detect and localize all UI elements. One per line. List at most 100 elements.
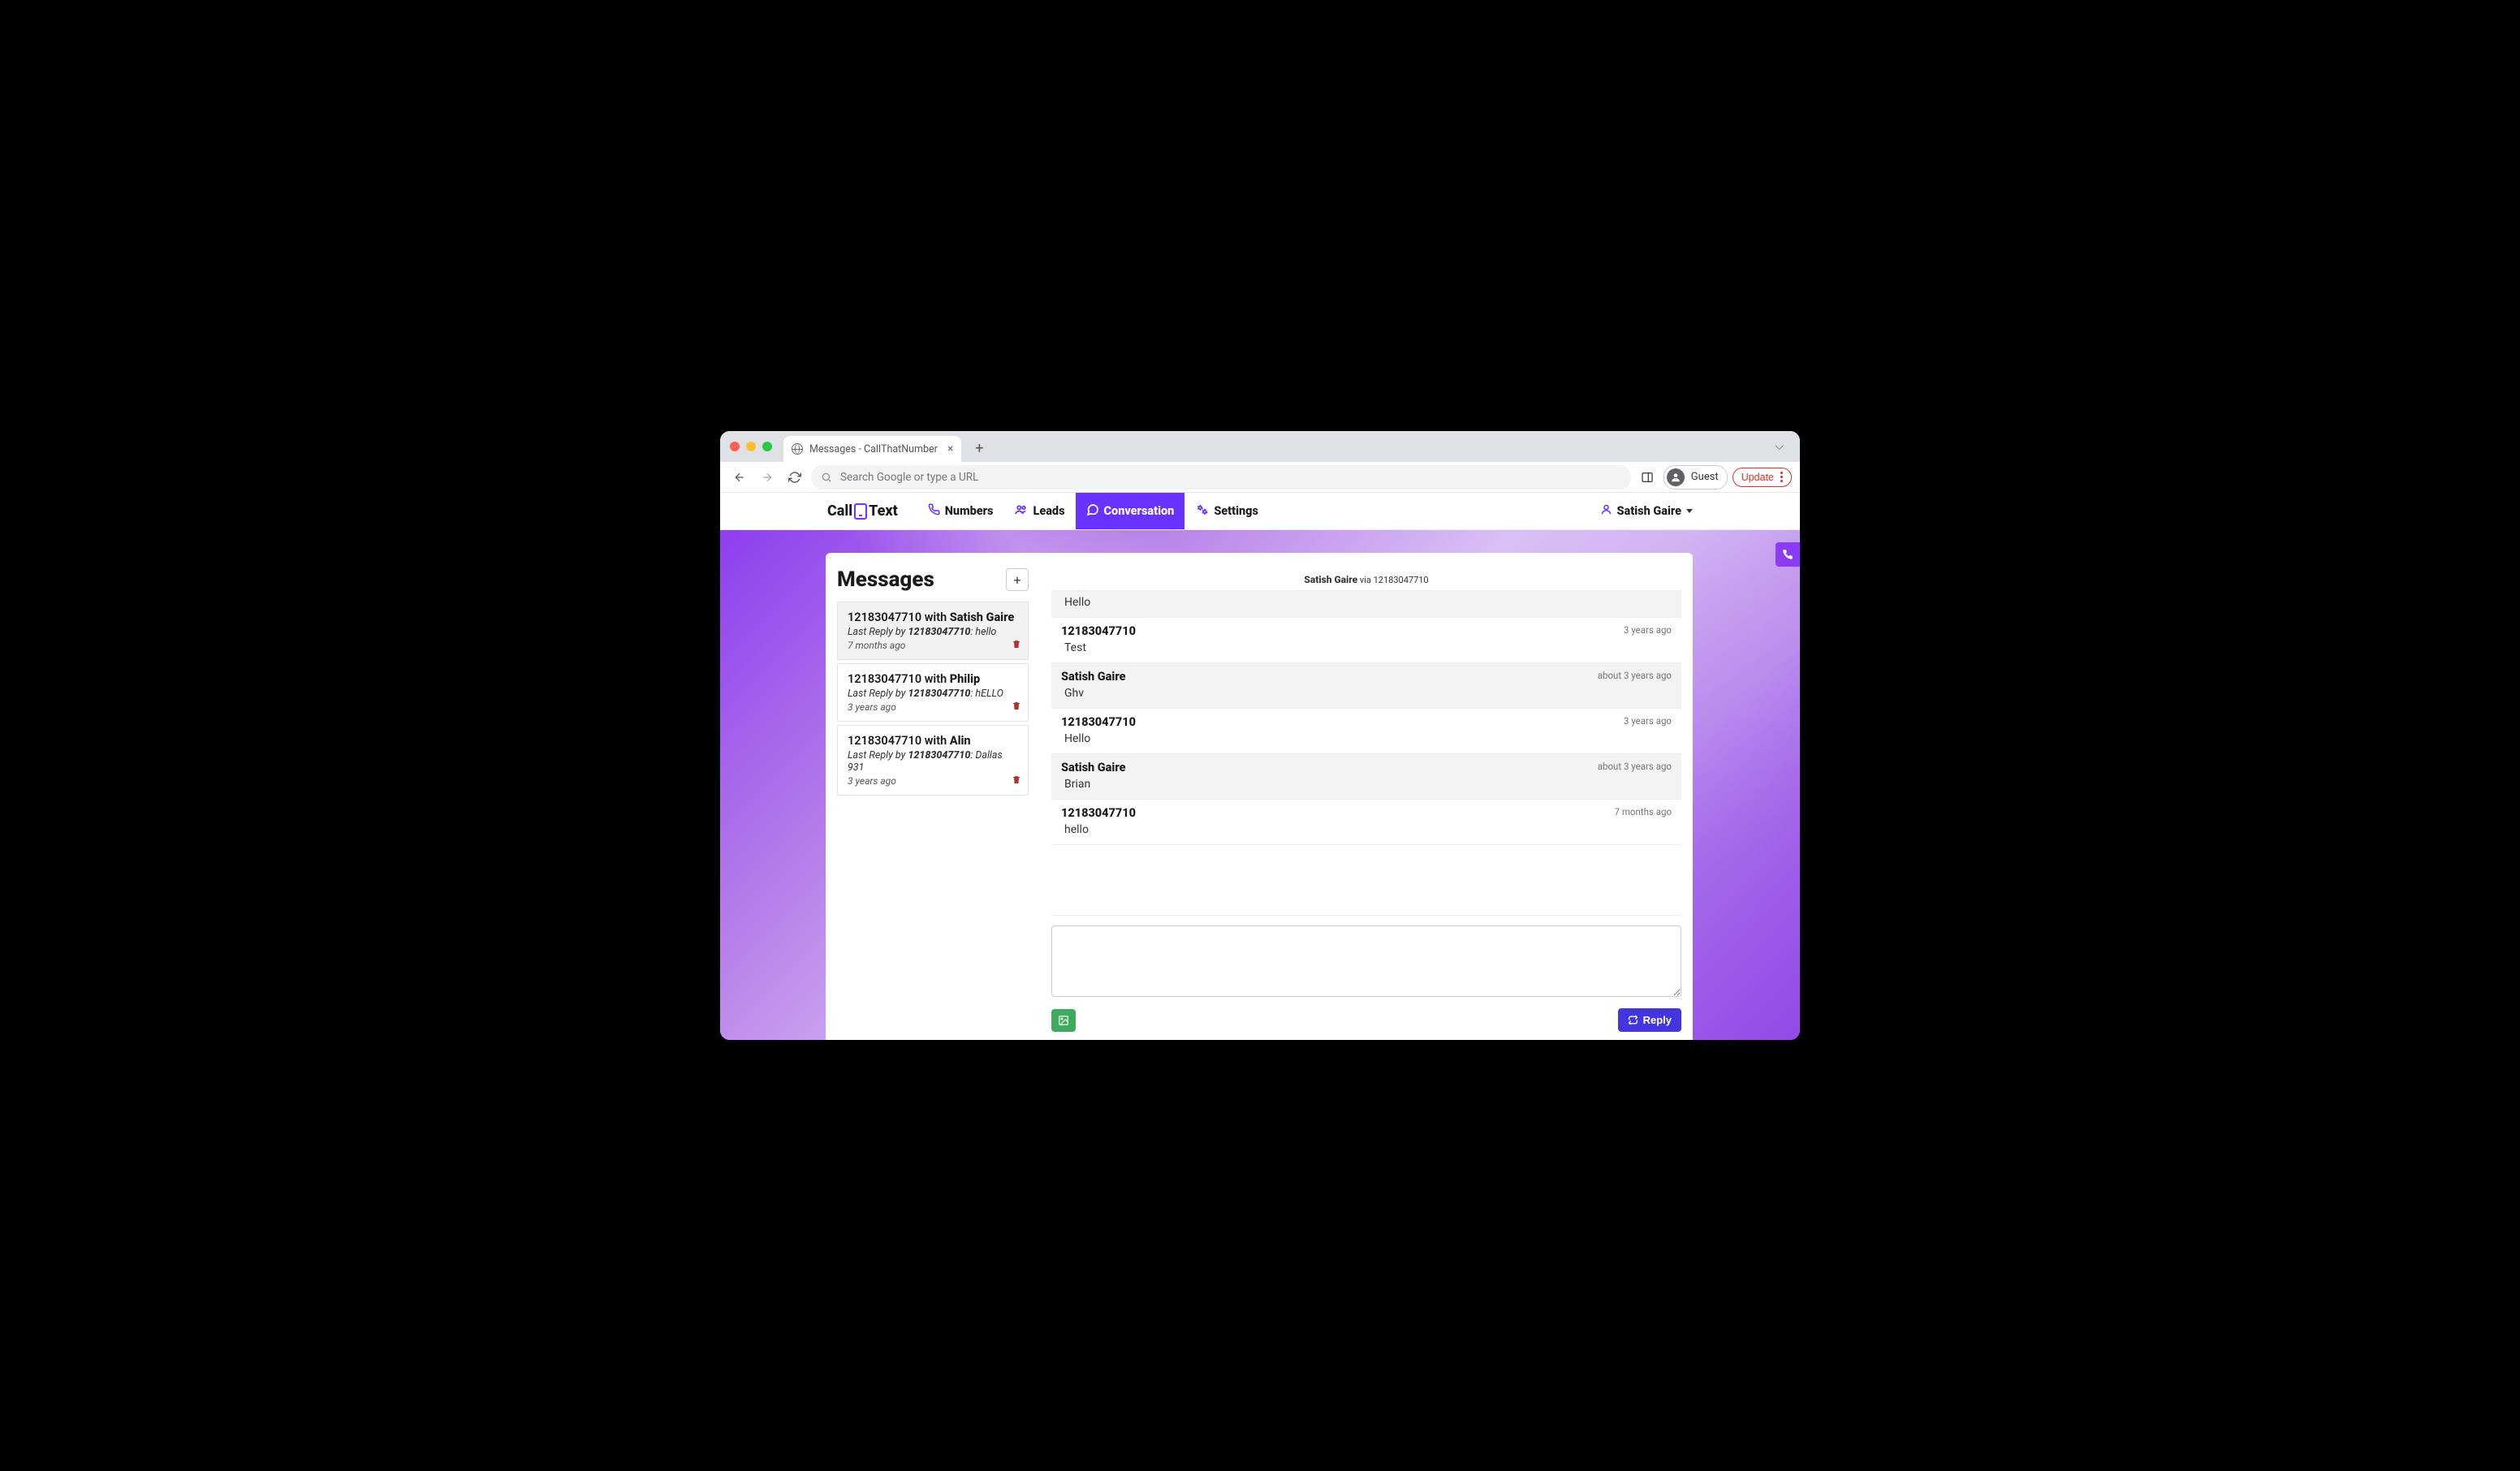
profile-button[interactable]: Guest	[1663, 465, 1728, 490]
back-button[interactable]	[728, 466, 751, 489]
reply-input[interactable]	[1051, 925, 1681, 997]
message-body: Ghv	[1064, 687, 1672, 700]
page: Call Text Numbers Leads	[720, 493, 1800, 1040]
message-sender: 12183047710	[1061, 806, 1136, 820]
message-body: Hello	[1064, 596, 1672, 609]
gear-icon	[1195, 503, 1209, 520]
nav-tabs: Numbers Leads Conversation	[917, 493, 1269, 529]
message-sender: Satish Gaire	[1061, 761, 1125, 774]
profile-label: Guest	[1691, 471, 1719, 483]
message-row: 12183047710 3 years ago Hello	[1051, 709, 1681, 754]
side-panel-button[interactable]	[1636, 466, 1659, 489]
chevron-down-icon	[1686, 509, 1693, 513]
close-tab-icon[interactable]: ×	[947, 442, 953, 455]
message-body: hello	[1064, 823, 1672, 836]
delete-conversation-button[interactable]	[1012, 774, 1021, 788]
tab-bar: Messages - CallThatNumber × + ⌵	[720, 431, 1800, 462]
messages-list[interactable]: Hello 12183047710 3 years ago Test Satis…	[1051, 590, 1681, 916]
nav-numbers[interactable]: Numbers	[917, 493, 1004, 529]
close-window-button[interactable]	[730, 442, 740, 451]
traffic-lights	[730, 442, 783, 451]
messages-sidebar: Messages + 12183047710 with Satish Gaire…	[837, 567, 1029, 1040]
new-message-button[interactable]: +	[1006, 568, 1029, 591]
logo[interactable]: Call Text	[827, 503, 898, 520]
retweet-icon	[1628, 1015, 1638, 1025]
nav-conversation[interactable]: Conversation	[1076, 493, 1185, 529]
phone-icon	[1782, 549, 1793, 560]
trash-icon	[1012, 774, 1021, 785]
dialer-fab[interactable]	[1776, 542, 1800, 567]
message-row: Satish Gaire about 3 years ago Ghv	[1051, 663, 1681, 709]
browser-window: Messages - CallThatNumber × + ⌵ Search G…	[720, 431, 1800, 1040]
message-row: Hello	[1051, 591, 1681, 618]
attach-image-button[interactable]	[1051, 1009, 1076, 1032]
message-time: 7 months ago	[1615, 806, 1672, 817]
message-body: Brian	[1064, 778, 1672, 791]
conversation-item[interactable]: 12183047710 with Philip Last Reply by 12…	[837, 663, 1029, 722]
compose-actions: Reply	[1051, 1008, 1681, 1032]
trash-icon	[1012, 701, 1021, 711]
compose-area: Reply	[1051, 916, 1681, 1040]
message-body: Hello	[1064, 732, 1672, 745]
forward-button[interactable]	[756, 466, 779, 489]
update-button[interactable]: Update	[1732, 468, 1792, 487]
conversation-item[interactable]: 12183047710 with Satish Gaire Last Reply…	[837, 602, 1029, 660]
reply-button[interactable]: Reply	[1618, 1008, 1681, 1032]
delete-conversation-button[interactable]	[1012, 639, 1021, 653]
conversation-pane: Satish Gaire via 12183047710 Hello 12183…	[1051, 567, 1681, 1040]
trash-icon	[1012, 639, 1021, 649]
main-panel: Messages + 12183047710 with Satish Gaire…	[826, 553, 1693, 1040]
message-sender: 12183047710	[1061, 715, 1136, 729]
user-name: Satish Gaire	[1617, 504, 1681, 518]
tabs-dropdown-button[interactable]: ⌵	[1768, 437, 1790, 456]
reload-button[interactable]	[783, 466, 806, 489]
browser-tab[interactable]: Messages - CallThatNumber ×	[783, 436, 961, 462]
browser-toolbar: Search Google or type a URL Guest Update	[720, 462, 1800, 493]
conversation-item-title: 12183047710 with Satish Gaire	[848, 610, 1018, 624]
message-body: Test	[1064, 641, 1672, 654]
maximize-window-button[interactable]	[762, 442, 772, 451]
user-icon	[1600, 503, 1612, 519]
logo-text-left: Call	[827, 503, 852, 520]
message-time: 3 years ago	[1624, 624, 1672, 636]
conversation-item-title: 12183047710 with Philip	[848, 672, 1018, 686]
nav-label: Settings	[1214, 504, 1258, 518]
new-tab-button[interactable]: +	[968, 437, 990, 459]
user-menu[interactable]: Satish Gaire	[1600, 503, 1693, 519]
message-header: 12183047710 3 years ago	[1061, 715, 1672, 729]
message-time: 3 years ago	[1624, 715, 1672, 727]
conversation-item-time: 7 months ago	[848, 640, 1018, 651]
message-row: Satish Gaire about 3 years ago Brian	[1051, 754, 1681, 800]
phone-icon	[928, 503, 940, 519]
message-sender: 12183047710	[1061, 624, 1136, 638]
reply-label: Reply	[1643, 1014, 1672, 1026]
avatar-icon	[1667, 468, 1685, 486]
nav-label: Numbers	[945, 504, 994, 518]
message-row: 12183047710 7 months ago hello	[1051, 800, 1681, 845]
minimize-window-button[interactable]	[746, 442, 756, 451]
message-time: about 3 years ago	[1598, 761, 1672, 772]
logo-text-right: Text	[869, 503, 898, 520]
search-icon	[821, 472, 832, 483]
message-header: 12183047710 7 months ago	[1061, 806, 1672, 820]
nav-label: Conversation	[1104, 504, 1175, 518]
image-icon	[1058, 1015, 1069, 1026]
messages-title: Messages	[837, 567, 934, 592]
conversation-item[interactable]: 12183047710 with Alin Last Reply by 1218…	[837, 725, 1029, 796]
message-header: Satish Gaire about 3 years ago	[1061, 670, 1672, 684]
address-bar[interactable]: Search Google or type a URL	[811, 465, 1631, 490]
conversation-item-subtitle: Last Reply by 12183047710: hELLO	[848, 688, 1018, 700]
messages-header: Messages +	[837, 567, 1029, 592]
conversation-item-time: 3 years ago	[848, 701, 1018, 713]
nav-leads[interactable]: Leads	[1003, 493, 1075, 529]
nav-settings[interactable]: Settings	[1184, 493, 1269, 529]
message-header: Satish Gaire about 3 years ago	[1061, 761, 1672, 774]
users-icon	[1014, 503, 1028, 520]
menu-dots-icon	[1780, 472, 1783, 482]
phone-icon	[854, 503, 867, 520]
delete-conversation-button[interactable]	[1012, 701, 1021, 714]
conversation-list: 12183047710 with Satish Gaire Last Reply…	[837, 602, 1029, 796]
conversation-item-title: 12183047710 with Alin	[848, 734, 1018, 748]
omnibox-placeholder: Search Google or type a URL	[840, 471, 978, 484]
app-header: Call Text Numbers Leads	[720, 493, 1800, 530]
